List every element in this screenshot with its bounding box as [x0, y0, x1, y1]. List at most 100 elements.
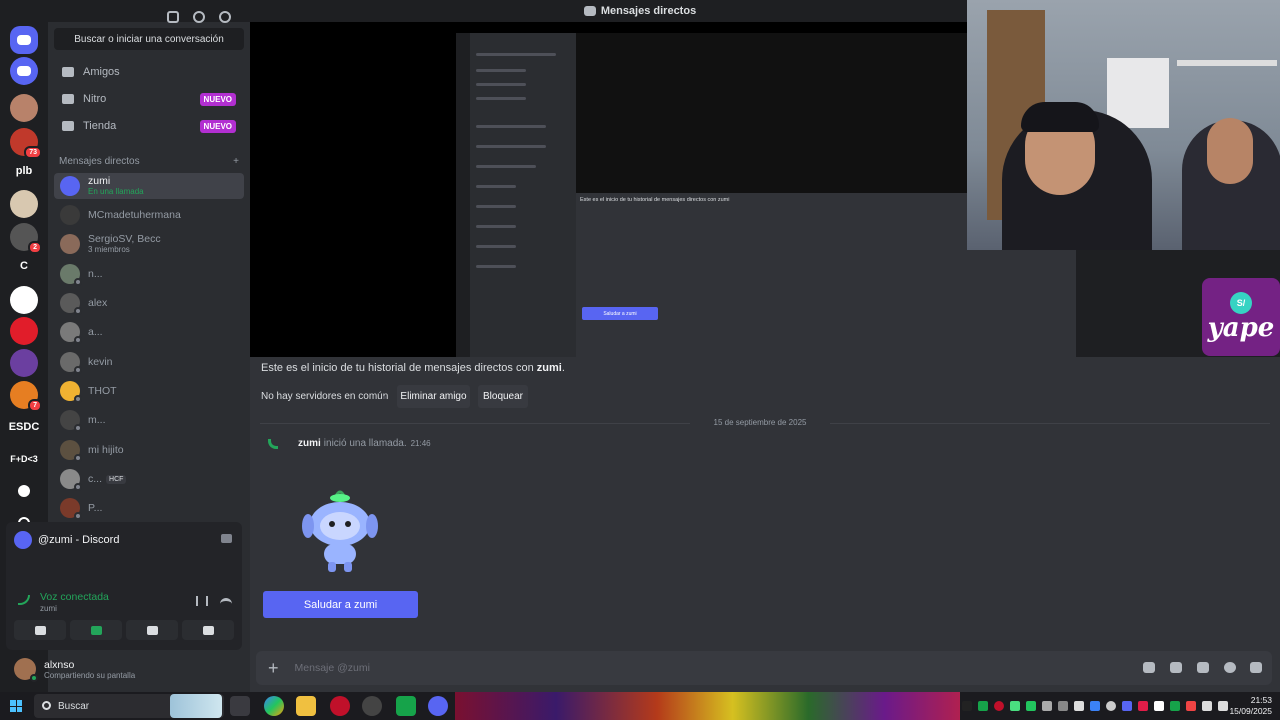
apps-icon[interactable]	[1250, 662, 1262, 673]
start-button[interactable]	[10, 700, 22, 712]
separator-dot	[383, 396, 386, 399]
dm-item[interactable]: mi hijito	[54, 437, 244, 463]
server-icon[interactable]	[10, 317, 38, 345]
server-icon[interactable]	[10, 349, 38, 377]
server-icon[interactable]: F+D<3	[6, 445, 42, 473]
dm-item[interactable]: zumi En una llamada	[54, 173, 244, 199]
server-icon[interactable]: 2	[10, 223, 42, 254]
tray-opera-icon[interactable]	[994, 701, 1004, 711]
search-conversation-button[interactable]: Buscar o iniciar una conversación	[54, 28, 244, 50]
notification-badge: 7	[28, 399, 42, 412]
shared-row	[476, 97, 526, 100]
tray-chevron-icon[interactable]	[962, 701, 972, 711]
tray-app-icon[interactable]	[1154, 701, 1164, 711]
dm-item[interactable]: kevin	[54, 349, 244, 375]
remove-friend-button[interactable]: Eliminar amigo	[397, 385, 470, 408]
windows-taskbar: Buscar 21:53 15/09/2025	[0, 692, 1280, 720]
dm-item[interactable]: m...	[54, 407, 244, 433]
server-icon[interactable]: C	[10, 252, 38, 280]
headphones-icon[interactable]	[193, 11, 205, 23]
tray-app-icon[interactable]	[1042, 701, 1052, 711]
tray-app-icon[interactable]	[1090, 701, 1100, 711]
server-icon[interactable]: ESDC	[6, 413, 42, 441]
tray-app-icon[interactable]	[1026, 701, 1036, 711]
dm-item[interactable]: alex	[54, 290, 244, 316]
tray-app-icon[interactable]	[1138, 701, 1148, 711]
volume-icon[interactable]	[1218, 701, 1228, 711]
voice-title: @zumi - Discord	[14, 531, 119, 549]
system-clock[interactable]: 21:53 15/09/2025	[1229, 695, 1272, 717]
server-icon[interactable]	[10, 94, 38, 122]
noise-suppression-icon[interactable]	[196, 596, 208, 606]
taskbar-background-art	[455, 692, 960, 720]
tray-app-icon[interactable]	[1058, 701, 1068, 711]
dm-item[interactable]: MCmadetuhermana	[54, 202, 244, 228]
sticker-icon[interactable]	[1197, 662, 1209, 673]
nav-friends[interactable]: Amigos	[54, 60, 244, 84]
opera-icon[interactable]	[330, 696, 350, 716]
dm-sub: En una llamada	[88, 187, 144, 196]
shared-row	[476, 125, 546, 128]
tray-app-icon[interactable]	[1170, 701, 1180, 711]
tray-xbox-icon[interactable]	[978, 701, 988, 711]
dm-item[interactable]: c... HCF	[54, 466, 244, 492]
file-explorer-icon[interactable]	[296, 696, 316, 716]
dm-item[interactable]: THOT	[54, 378, 244, 404]
wifi-icon[interactable]	[1202, 701, 1212, 711]
dm-item[interactable]: P...	[54, 495, 244, 521]
gear-icon[interactable]	[219, 11, 231, 23]
nav-nitro[interactable]: Nitro NUEVO	[54, 87, 244, 111]
search-highlight-image[interactable]	[170, 694, 222, 718]
greet-button[interactable]: Saludar a zumi	[263, 591, 418, 618]
server-icon[interactable]	[10, 286, 38, 314]
message-input[interactable]: Mensaje @zumi	[295, 662, 370, 674]
webcam-feed[interactable]	[967, 0, 1280, 250]
tray-nvidia-icon[interactable]	[1010, 701, 1020, 711]
camera-off-button[interactable]	[14, 620, 66, 640]
activity-button[interactable]	[126, 620, 178, 640]
stream-view[interactable]: Este es el inicio de tu historial de men…	[250, 22, 1076, 357]
tray-discord-icon[interactable]	[1122, 701, 1132, 711]
tray-app-icon[interactable]	[1186, 701, 1196, 711]
call-user[interactable]: zumi	[298, 438, 321, 449]
steam-icon[interactable]	[362, 696, 382, 716]
tray-app-icon[interactable]	[1106, 701, 1116, 711]
close-popout-icon[interactable]	[221, 534, 232, 543]
server-icon[interactable]	[10, 190, 38, 218]
home-button[interactable]	[10, 26, 38, 54]
gift-icon[interactable]	[1143, 662, 1155, 673]
shared-greet-button: Saludar a zumi	[582, 307, 658, 320]
task-view-icon[interactable]	[230, 696, 250, 716]
dm-item[interactable]: SergioSV, Becc 3 miembros	[54, 231, 244, 257]
dm-item[interactable]: n...	[54, 261, 244, 287]
server-icon[interactable]	[10, 57, 38, 85]
gamepad-icon	[146, 625, 158, 635]
server-icon[interactable]: 73	[10, 128, 42, 159]
add-dm-button[interactable]: +	[233, 156, 239, 167]
attach-plus-icon[interactable]: +	[268, 658, 279, 679]
message-composer[interactable]: + Mensaje @zumi	[256, 651, 1272, 685]
screen-share-button[interactable]	[70, 620, 122, 640]
server-icon[interactable]: 7	[10, 381, 42, 412]
nav-shop[interactable]: Tienda NUEVO	[54, 114, 244, 138]
signal-icon[interactable]	[18, 595, 30, 605]
gif-icon[interactable]	[1170, 662, 1182, 673]
soundboard-button[interactable]	[182, 620, 234, 640]
voice-status[interactable]: Voz conectada	[40, 591, 109, 603]
mic-icon[interactable]	[167, 11, 179, 23]
disconnect-icon[interactable]	[220, 598, 232, 604]
server-icon[interactable]: plb	[10, 157, 38, 185]
shared-row	[476, 205, 516, 208]
add-server-button[interactable]	[10, 477, 38, 505]
discord-app: Mensajes directos 73 plb 2 C 7 ESDC F+D<…	[0, 0, 1280, 692]
emoji-icon[interactable]	[1224, 662, 1236, 673]
copilot-icon[interactable]	[264, 696, 284, 716]
dm-item[interactable]: a...	[54, 319, 244, 345]
status-dot	[74, 454, 82, 462]
block-button[interactable]: Bloquear	[478, 385, 528, 408]
avatar[interactable]	[14, 658, 38, 682]
discord-icon[interactable]	[428, 696, 448, 716]
tray-app-icon[interactable]	[1074, 701, 1084, 711]
xbox-icon[interactable]	[396, 696, 416, 716]
windows-icon	[16, 706, 22, 712]
